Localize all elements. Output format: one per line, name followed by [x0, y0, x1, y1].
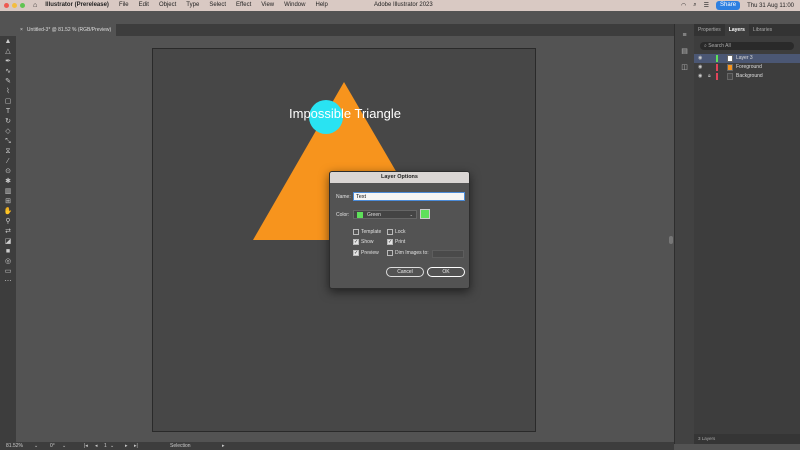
dim-images-checkbox[interactable]	[387, 250, 393, 256]
layers-footer: 3 Layers	[694, 434, 800, 444]
visibility-eye-icon[interactable]: ◉	[698, 54, 702, 63]
tab-layers[interactable]: Layers	[724, 24, 749, 36]
preview-checkbox[interactable]: ✓	[353, 250, 359, 256]
first-artboard-icon[interactable]: |◂	[84, 442, 88, 450]
layer-name: Background	[736, 73, 763, 79]
layer-thumbnail	[727, 55, 733, 62]
chevron-down-icon: ⌄	[409, 212, 413, 217]
tab-libraries[interactable]: Libraries	[749, 24, 776, 36]
dim-images-input[interactable]	[432, 250, 464, 258]
current-tool: Selection	[170, 443, 191, 449]
layer-name: Layer 3	[736, 55, 753, 61]
rotation-value[interactable]: 0°	[50, 442, 55, 450]
ok-button[interactable]: OK	[427, 267, 465, 277]
next-artboard-icon[interactable]: ▸	[125, 442, 128, 450]
layer-color-bar	[716, 73, 718, 80]
search-placeholder: Search All	[708, 43, 731, 49]
color-dropdown-swatch	[357, 212, 363, 218]
visibility-eye-icon[interactable]: ◉	[698, 63, 702, 72]
color-dropdown[interactable]: Green ⌄	[353, 210, 417, 219]
artboard-dropdown-icon[interactable]: ⌄	[110, 442, 114, 450]
layer-name-input[interactable]	[353, 192, 465, 201]
last-artboard-icon[interactable]: ▸|	[134, 442, 138, 450]
layer-color-bar	[716, 64, 718, 71]
panel-icon-strip: ≡ ▤ ◫	[674, 24, 694, 444]
cancel-button[interactable]: Cancel	[386, 267, 424, 277]
zoom-dropdown-icon[interactable]: ⌄	[34, 442, 38, 450]
layers-panel: Properties Layers Libraries ⌕ Search All…	[694, 24, 800, 444]
layer-count: 3 Layers	[698, 436, 716, 441]
layer-thumbnail	[727, 64, 733, 71]
show-label: Show	[361, 239, 374, 245]
lock-icon[interactable]: 🔒︎	[708, 72, 711, 81]
print-checkbox[interactable]: ✓	[387, 239, 393, 245]
layers-search-input[interactable]: ⌕ Search All	[700, 42, 794, 50]
visibility-eye-icon[interactable]: ◉	[698, 72, 702, 81]
artboard-number[interactable]: 1	[104, 442, 107, 450]
layer-options-dialog: Layer Options Name: Color: Green ⌄ Templ…	[329, 171, 470, 289]
rotation-dropdown-icon[interactable]: ⌄	[62, 442, 66, 450]
color-dropdown-value: Green	[367, 212, 381, 218]
layer-name: Foreground	[736, 64, 762, 70]
zoom-level[interactable]: 81.52%	[6, 442, 23, 450]
lock-label: Lock	[395, 229, 406, 235]
name-label: Name:	[336, 194, 351, 200]
layer-color-bar	[716, 55, 718, 62]
tab-properties[interactable]: Properties	[694, 24, 725, 36]
previous-artboard-icon[interactable]: ◂	[95, 442, 98, 450]
layer-row[interactable]: ◉ 🔒︎ Background	[694, 72, 800, 81]
impossible-triangle-text[interactable]: Impossible Triangle	[289, 106, 401, 121]
status-bar: 81.52% ⌄ 0° ⌄ |◂ ◂ 1 ⌄ ▸ ▸| Selection ▸	[0, 442, 674, 450]
print-label: Print	[395, 239, 406, 245]
dialog-title: Layer Options	[330, 172, 469, 183]
libraries-icon[interactable]: ▤	[680, 48, 690, 56]
color-swatch-button[interactable]	[420, 209, 430, 219]
color-label: Color:	[336, 212, 350, 218]
dim-images-label: Dim Images to:	[395, 250, 429, 256]
layer-thumbnail	[727, 73, 733, 80]
vertical-scrollbar[interactable]	[669, 236, 673, 244]
preview-label: Preview	[361, 250, 379, 256]
lock-checkbox[interactable]	[387, 229, 393, 235]
panel-tabs: Properties Layers Libraries	[694, 24, 800, 36]
template-label: Template	[361, 229, 382, 235]
template-checkbox[interactable]	[353, 229, 359, 235]
show-checkbox[interactable]: ✓	[353, 239, 359, 245]
layer-row[interactable]: ◉ Foreground	[694, 63, 800, 72]
layers-icon[interactable]: ◫	[680, 64, 690, 72]
layer-row[interactable]: ◉ Layer 3	[694, 54, 800, 63]
properties-icon[interactable]: ≡	[680, 32, 690, 40]
status-arrow-icon[interactable]: ▸	[222, 442, 225, 450]
